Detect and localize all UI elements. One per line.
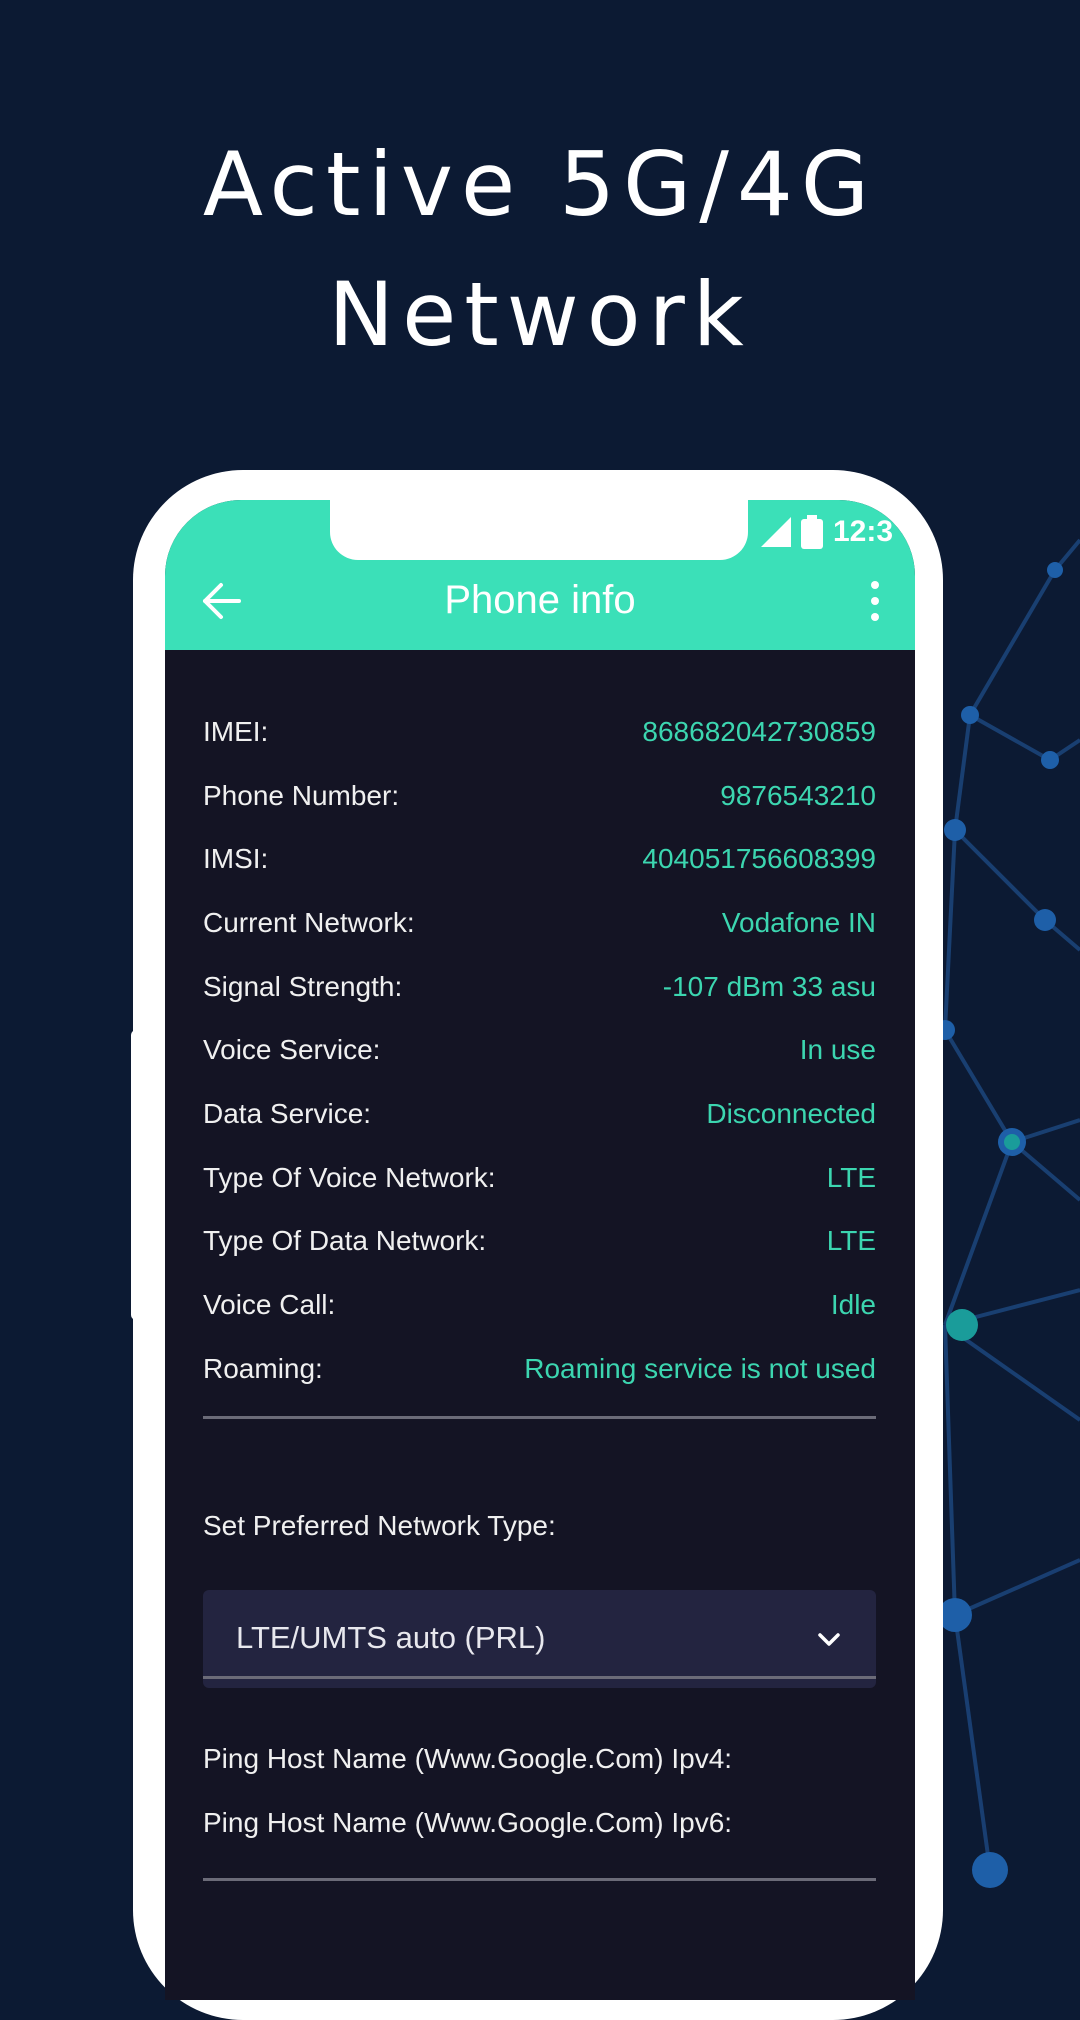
info-value: In use <box>799 1034 876 1066</box>
headline-line-1: Active 5G/4G <box>202 133 878 236</box>
section-divider <box>203 1878 876 1881</box>
info-label: Type Of Data Network: <box>203 1225 487 1257</box>
info-value: Roaming service is not used <box>524 1352 876 1384</box>
info-label: Roaming: <box>203 1352 323 1384</box>
info-label: Current Network: <box>203 906 415 938</box>
info-row-data-network-type: Type Of Data Network: LTE <box>203 1210 876 1274</box>
phone-screen: 12:3 Phone info IMEI: 868682042730859 Ph… <box>165 500 915 2000</box>
preferred-network-value: LTE/UMTS auto (PRL) <box>236 1620 546 1655</box>
ping-ipv4-label: Ping Host Name (Www.Google.Com) Ipv4: <box>203 1743 733 1774</box>
headline-line-2: Network <box>328 263 752 366</box>
info-row-imei: IMEI: 868682042730859 <box>203 700 876 764</box>
phone-mockup: 12:3 Phone info IMEI: 868682042730859 Ph… <box>131 470 943 2020</box>
info-value: Idle <box>830 1289 876 1321</box>
info-label: Signal Strength: <box>203 970 403 1002</box>
power-button <box>131 1030 141 1320</box>
headline: Active 5G/4G Network <box>0 120 1080 380</box>
info-row-imsi: IMSI: 404051756608399 <box>203 827 876 891</box>
info-label: Phone Number: <box>203 779 400 811</box>
section-divider <box>203 1676 876 1679</box>
info-label: Voice Call: <box>203 1289 336 1321</box>
status-time: 12:3 <box>832 515 893 548</box>
info-row-signal-strength: Signal Strength: -107 dBm 33 asu <box>203 955 876 1019</box>
info-row-current-network: Current Network: Vodafone IN <box>203 891 876 955</box>
section-divider <box>203 1416 876 1419</box>
info-value: LTE <box>826 1161 876 1193</box>
preferred-network-label: Set Preferred Network Type: <box>203 1510 556 1541</box>
preferred-network-dropdown[interactable]: LTE/UMTS auto (PRL) <box>203 1590 876 1688</box>
signal-icon <box>760 517 791 547</box>
info-value: 404051756608399 <box>642 843 876 875</box>
info-label: Data Service: <box>203 1097 372 1129</box>
info-value: Disconnected <box>706 1097 876 1129</box>
ping-ipv6-label: Ping Host Name (Www.Google.Com) Ipv6: <box>203 1807 733 1838</box>
status-bar: 12:3 <box>760 512 893 552</box>
app-bar: 12:3 Phone info <box>165 500 915 650</box>
info-row-phone-number: Phone Number: 9876543210 <box>203 764 876 828</box>
info-row-voice-call: Voice Call: Idle <box>203 1273 876 1337</box>
info-row-voice-service: Voice Service: In use <box>203 1018 876 1082</box>
phone-notch <box>330 500 748 560</box>
info-value: -107 dBm 33 asu <box>662 970 876 1002</box>
battery-icon <box>800 515 823 549</box>
volume-up-button <box>933 882 943 1000</box>
volume-down-button <box>933 1058 943 1176</box>
more-vertical-icon[interactable] <box>863 576 887 626</box>
info-row-roaming: Roaming: Roaming service is not used <box>203 1337 876 1401</box>
info-value: 868682042730859 <box>642 715 876 747</box>
info-row-voice-network-type: Type Of Voice Network: LTE <box>203 1146 876 1210</box>
info-label: Type Of Voice Network: <box>203 1161 496 1193</box>
info-value: Vodafone IN <box>721 906 876 938</box>
info-label: IMEI: <box>203 715 269 747</box>
info-value: 9876543210 <box>720 779 876 811</box>
phone-info-list: IMEI: 868682042730859 Phone Number: 9876… <box>203 700 876 1401</box>
info-row-data-service: Data Service: Disconnected <box>203 1082 876 1146</box>
page-title: Phone info <box>444 578 636 622</box>
info-value: LTE <box>826 1225 876 1257</box>
chevron-down-icon <box>818 1633 840 1646</box>
info-label: IMSI: <box>203 843 269 875</box>
info-label: Voice Service: <box>203 1034 381 1066</box>
